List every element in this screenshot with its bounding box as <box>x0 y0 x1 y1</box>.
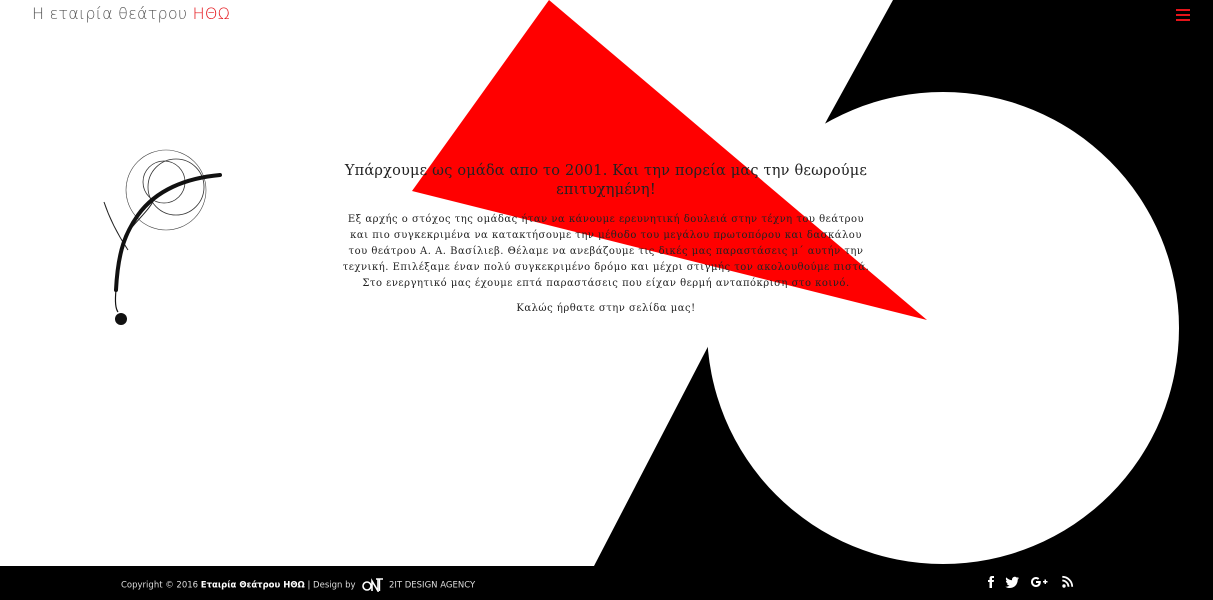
site-logo[interactable]: Η εταιρία θεάτρου ΗΘΩ <box>32 4 230 23</box>
intro-paragraph: Εξ αρχής ο στόχος της ομάδας ήταν να κάν… <box>342 214 870 289</box>
agency-link[interactable]: 2IT DESIGN AGENCY <box>362 578 475 592</box>
copyright-company[interactable]: Εταιρία Θεάτρου ΗΘΩ <box>201 581 305 591</box>
facebook-icon[interactable] <box>982 572 1000 592</box>
top-bar: Η εταιρία θεάτρου ΗΘΩ <box>0 0 1213 32</box>
welcome-text: Καλώς ήρθατε στην σελίδα μας! <box>516 303 696 314</box>
design-by-label: | Design by <box>307 580 356 591</box>
copyright: Copyright © 2016 Εταιρία Θεάτρου ΗΘΩ | D… <box>121 578 475 592</box>
hamburger-menu-icon[interactable] <box>1176 9 1190 21</box>
intro-heading: Υπάρχουμε ως ομάδα απο το 2001. Και την … <box>344 163 868 198</box>
logo-brand: ΗΘΩ <box>192 4 231 23</box>
intro-section: Υπάρχουμε ως ομάδα απο το 2001. Και την … <box>342 162 870 317</box>
google-plus-icon[interactable] <box>1030 572 1048 592</box>
agency-logo-icon <box>362 578 384 592</box>
footer: Copyright © 2016 Εταιρία Θεάτρου ΗΘΩ | D… <box>0 566 1213 600</box>
twitter-icon[interactable] <box>1004 572 1022 592</box>
agency-name: 2IT DESIGN AGENCY <box>388 580 476 591</box>
kandinsky-sketch-image <box>103 149 222 325</box>
copyright-prefix: Copyright © 2016 <box>121 580 199 591</box>
rss-icon[interactable] <box>1059 572 1077 592</box>
logo-text: Η εταιρία θεάτρου <box>32 4 188 23</box>
